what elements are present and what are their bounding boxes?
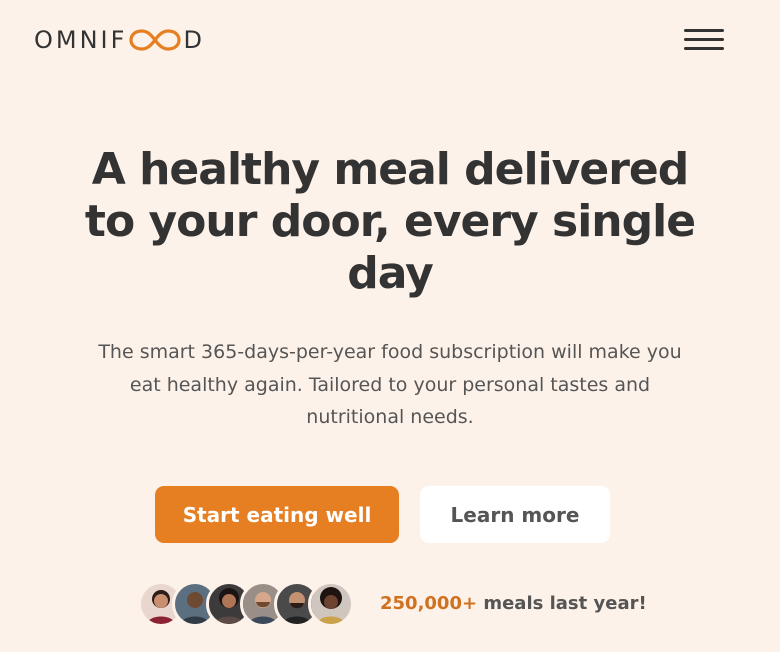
menu-line bbox=[684, 38, 724, 41]
hamburger-menu-icon[interactable] bbox=[682, 26, 726, 54]
learn-more-button[interactable]: Learn more bbox=[420, 486, 610, 543]
hero-description: The smart 365-days-per-year food subscri… bbox=[98, 341, 682, 428]
logo-text-suffix: D bbox=[183, 26, 205, 54]
brand-logo[interactable]: OMNIF D bbox=[34, 26, 205, 54]
menu-line bbox=[684, 29, 724, 32]
meals-count: 250,000+ bbox=[380, 593, 478, 614]
menu-line bbox=[684, 47, 724, 50]
infinity-icon bbox=[128, 28, 182, 52]
meals-label: meals last year! bbox=[477, 593, 647, 614]
hero-title: A healthy meal delivered to your door, e… bbox=[84, 144, 696, 299]
customer-avatars bbox=[138, 580, 354, 628]
customer-avatar bbox=[308, 581, 354, 627]
start-eating-well-button[interactable]: Start eating well bbox=[155, 486, 399, 543]
site-header: OMNIF D bbox=[0, 0, 780, 80]
logo-text-prefix: OMNIF bbox=[34, 26, 128, 54]
meals-served-text: 250,000+ meals last year! bbox=[380, 593, 647, 614]
